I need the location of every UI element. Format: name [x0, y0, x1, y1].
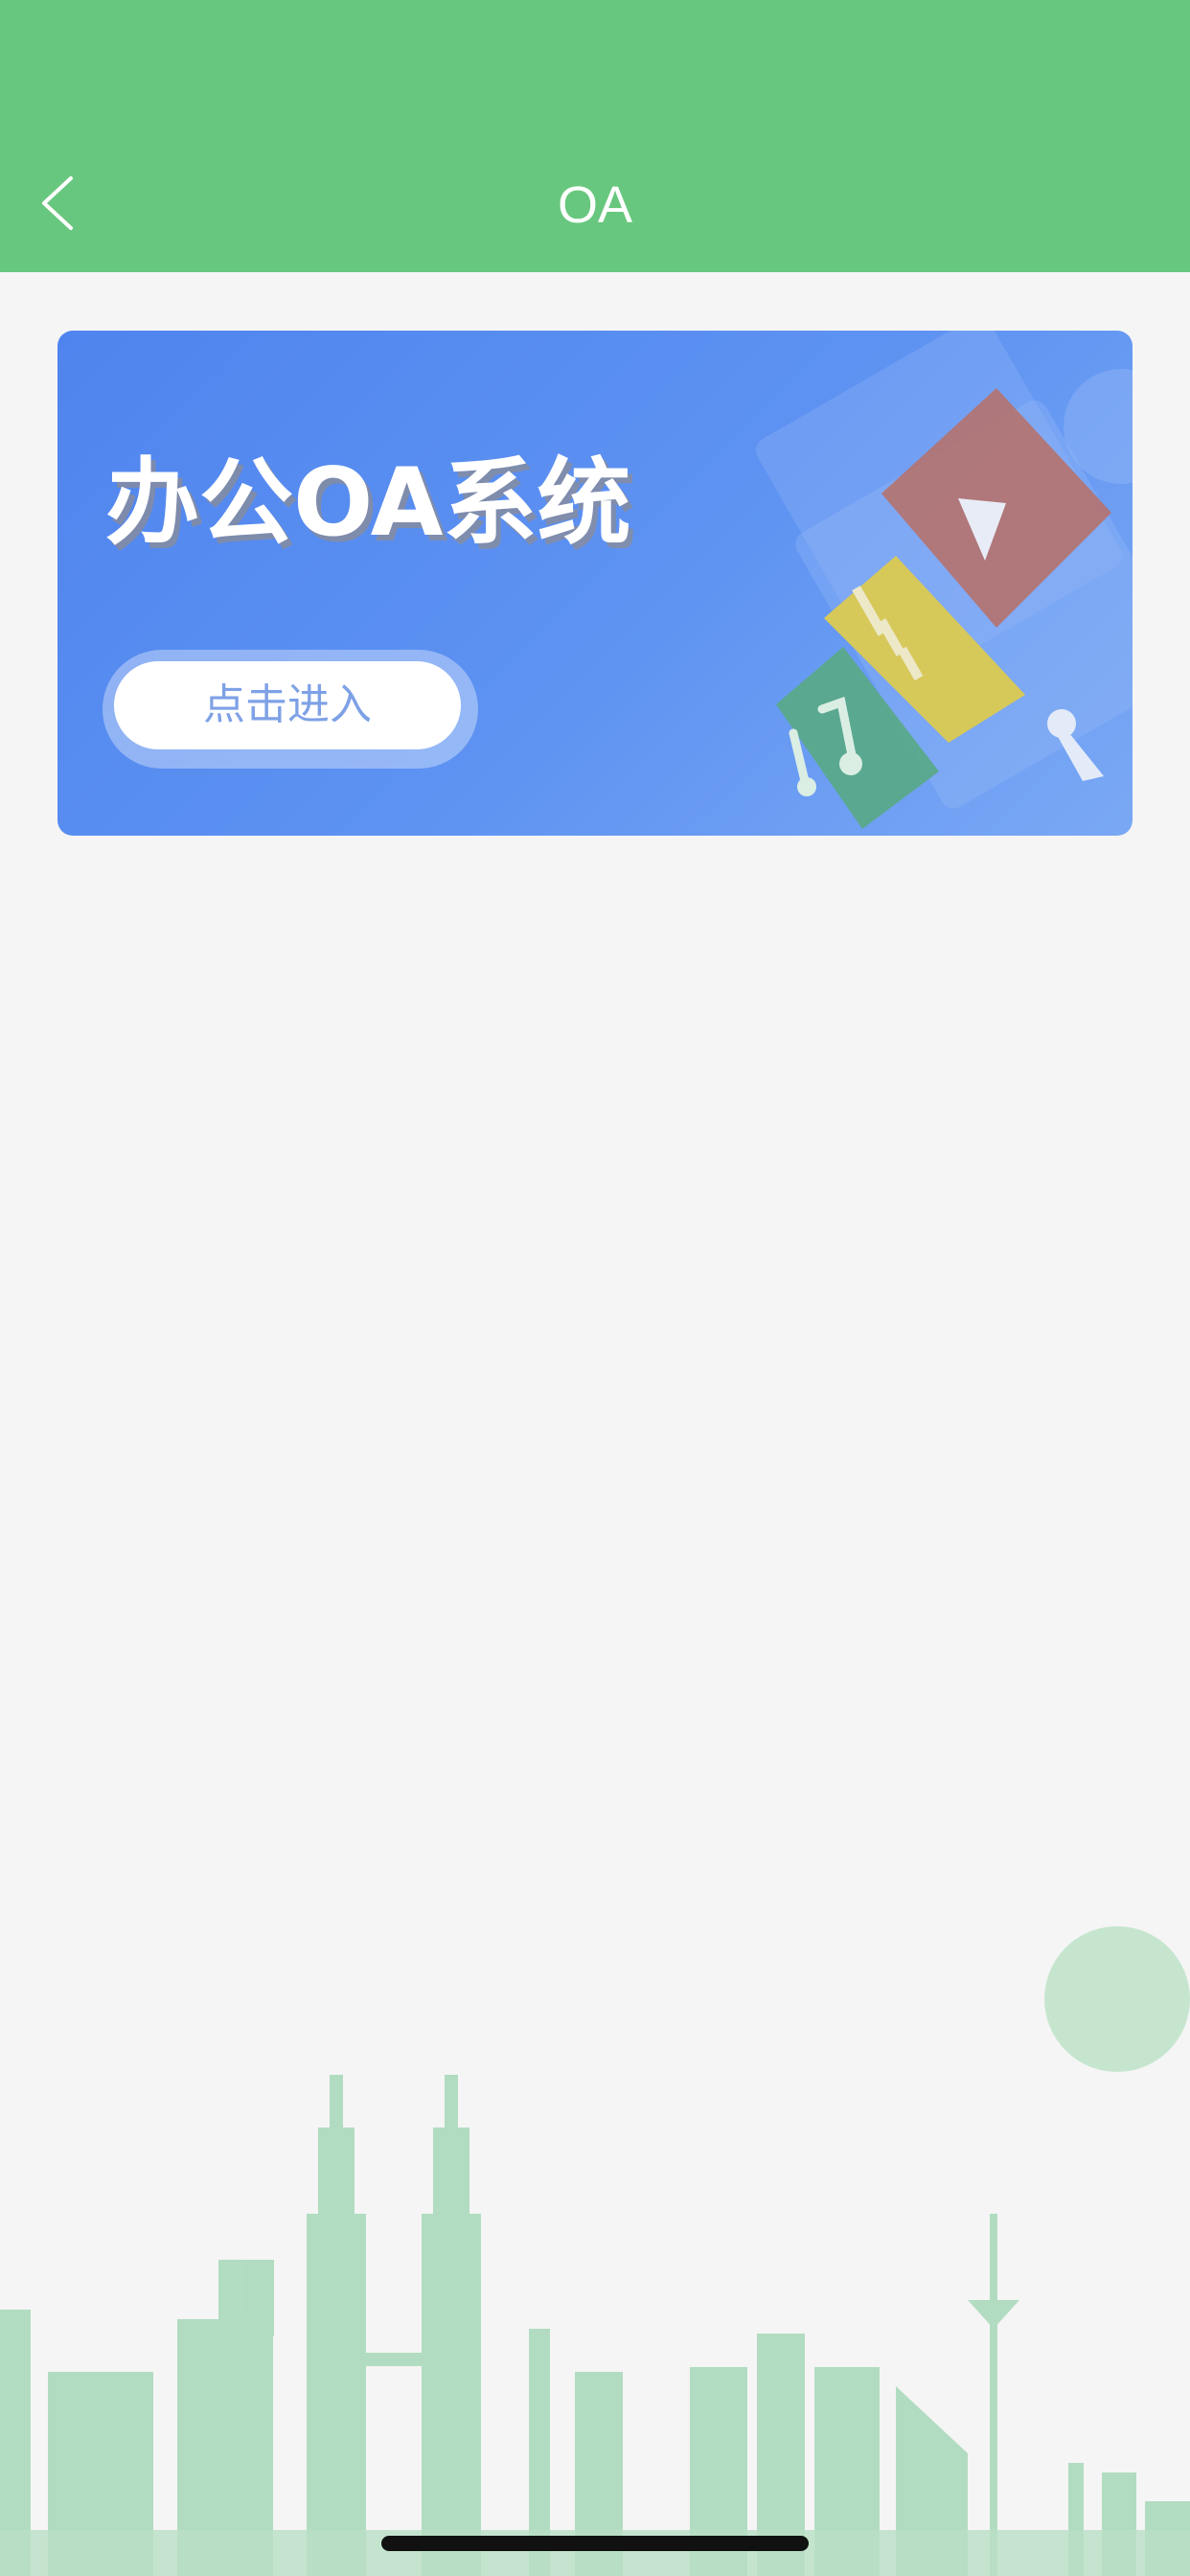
- city-skyline-illustration: [0, 1926, 1190, 2576]
- page-title: OA: [557, 176, 633, 234]
- enter-button[interactable]: 点击进入: [114, 661, 461, 749]
- decorative-circle: [1044, 1926, 1190, 2072]
- navigation-bar: OA: [0, 0, 1190, 272]
- banner-title: 办公OA系统: [105, 448, 631, 558]
- banner-illustration: [755, 331, 1133, 829]
- home-indicator[interactable]: [381, 2536, 809, 2551]
- oa-system-banner[interactable]: 办公OA系统 点击进入: [57, 331, 1133, 836]
